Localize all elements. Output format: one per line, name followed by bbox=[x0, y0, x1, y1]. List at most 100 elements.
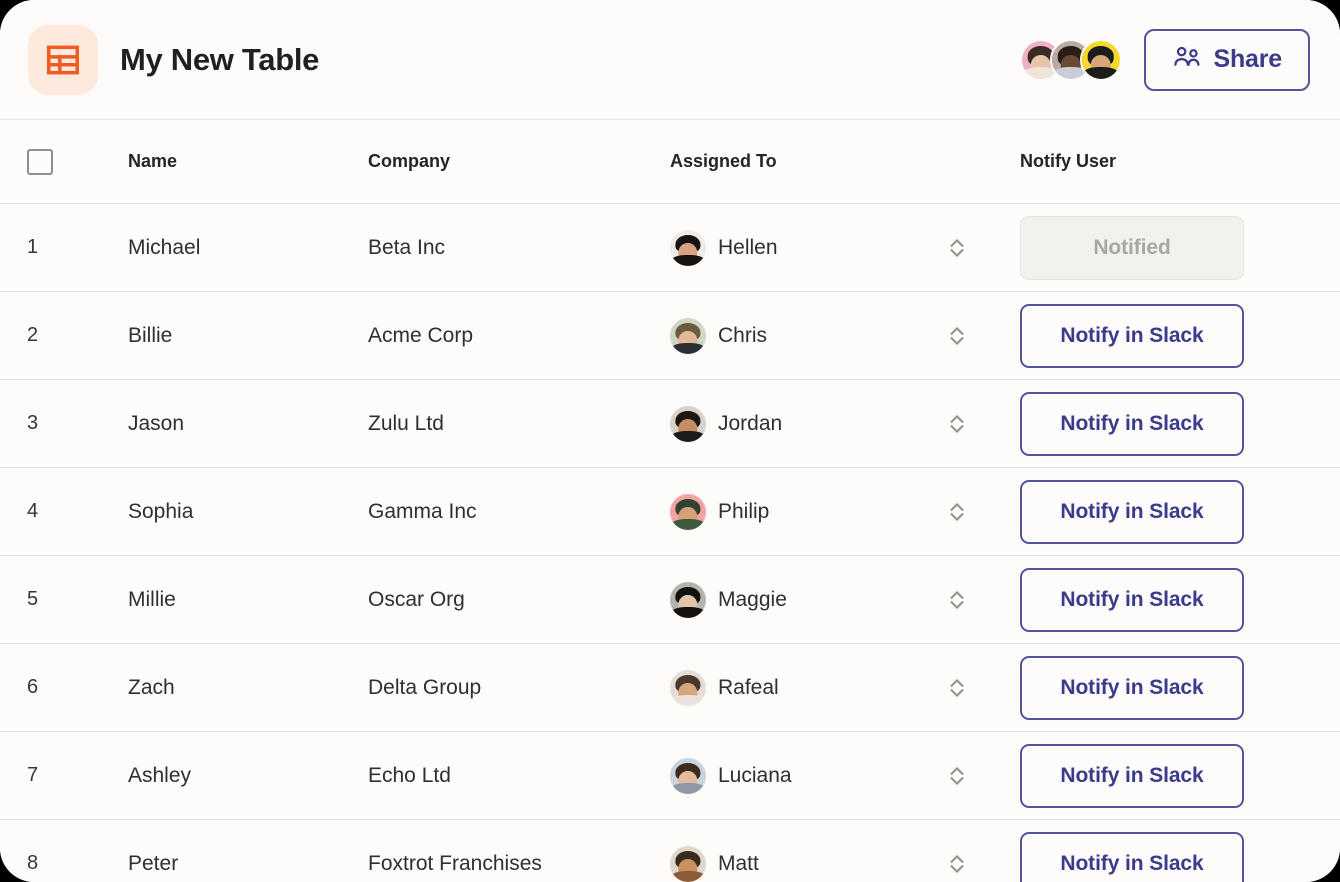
chevron-up-down-icon[interactable] bbox=[946, 499, 968, 525]
avatar bbox=[670, 846, 706, 882]
notify-in-slack-button[interactable]: Notify in Slack bbox=[1020, 304, 1244, 368]
page-title: My New Table bbox=[120, 42, 319, 78]
cell-assigned-to[interactable]: Chris bbox=[670, 318, 1020, 354]
assignee-name: Rafeal bbox=[718, 676, 779, 700]
assignee-name: Luciana bbox=[718, 764, 792, 788]
table-row[interactable]: 5MillieOscar Org Maggie Notify in Slack bbox=[0, 556, 1340, 644]
chevron-up-down-icon[interactable] bbox=[946, 851, 968, 877]
row-index: 6 bbox=[0, 676, 128, 699]
row-index: 4 bbox=[0, 500, 128, 523]
cell-assigned-to[interactable]: Hellen bbox=[670, 230, 1020, 266]
share-button-label: Share bbox=[1214, 45, 1282, 74]
cell-company[interactable]: Foxtrot Franchises bbox=[368, 852, 670, 876]
chevron-up-down-icon[interactable] bbox=[946, 763, 968, 789]
app-header: My New Table Share bbox=[0, 0, 1340, 120]
cell-notify-user: Notified bbox=[1020, 216, 1340, 280]
cell-assigned-to[interactable]: Maggie bbox=[670, 582, 1020, 618]
cell-notify-user: Notify in Slack bbox=[1020, 744, 1340, 808]
cell-name[interactable]: Peter bbox=[128, 852, 368, 876]
table-row[interactable]: 2BillieAcme Corp Chris Notify in Slack bbox=[0, 292, 1340, 380]
assignee-name: Maggie bbox=[718, 588, 787, 612]
cell-company[interactable]: Echo Ltd bbox=[368, 764, 670, 788]
table-row[interactable]: 4SophiaGamma Inc Philip Notify in Slack bbox=[0, 468, 1340, 556]
cell-notify-user: Notify in Slack bbox=[1020, 568, 1340, 632]
assignee-name: Hellen bbox=[718, 236, 778, 260]
select-all-checkbox[interactable] bbox=[27, 149, 53, 175]
assignee[interactable]: Maggie bbox=[670, 582, 946, 618]
cell-name[interactable]: Billie bbox=[128, 324, 368, 348]
chevron-up-down-icon[interactable] bbox=[946, 323, 968, 349]
cell-assigned-to[interactable]: Matt bbox=[670, 846, 1020, 882]
avatar bbox=[670, 582, 706, 618]
cell-company[interactable]: Acme Corp bbox=[368, 324, 670, 348]
table-header-row: Name Company Assigned To Notify User bbox=[0, 120, 1340, 204]
column-header-notify-user[interactable]: Notify User bbox=[1020, 151, 1340, 172]
chevron-up-down-icon[interactable] bbox=[946, 675, 968, 701]
avatar bbox=[670, 670, 706, 706]
cell-assigned-to[interactable]: Philip bbox=[670, 494, 1020, 530]
table-row[interactable]: 8PeterFoxtrot Franchises Matt Notify in Sl… bbox=[0, 820, 1340, 882]
chevron-up-down-icon[interactable] bbox=[946, 235, 968, 261]
share-button[interactable]: Share bbox=[1144, 29, 1310, 91]
table-row[interactable]: 7AshleyEcho LtdLucianaNotify in Slack bbox=[0, 732, 1340, 820]
row-index: 1 bbox=[0, 236, 128, 259]
assignee[interactable]: Chris bbox=[670, 318, 946, 354]
notify-in-slack-button[interactable]: Notify in Slack bbox=[1020, 744, 1244, 808]
table-body: 1MichaelBeta Inc Hellen Notified 2BillieAcm… bbox=[0, 204, 1340, 882]
assignee[interactable]: Jordan bbox=[670, 406, 946, 442]
assignee[interactable]: Luciana bbox=[670, 758, 946, 794]
table-row[interactable]: 6ZachDelta Group Rafeal Notify in Slack bbox=[0, 644, 1340, 732]
collaborator-avatars[interactable] bbox=[1020, 39, 1122, 81]
column-header-company[interactable]: Company bbox=[368, 151, 670, 172]
cell-name[interactable]: Millie bbox=[128, 588, 368, 612]
notify-in-slack-button[interactable]: Notify in Slack bbox=[1020, 656, 1244, 720]
assignee[interactable]: Hellen bbox=[670, 230, 946, 266]
table-icon bbox=[28, 25, 98, 95]
avatar bbox=[670, 318, 706, 354]
table-app-card: My New Table Share Name bbox=[0, 0, 1340, 882]
cell-notify-user: Notify in Slack bbox=[1020, 392, 1340, 456]
notify-in-slack-button[interactable]: Notify in Slack bbox=[1020, 480, 1244, 544]
row-index: 5 bbox=[0, 588, 128, 611]
cell-assigned-to[interactable]: Luciana bbox=[670, 758, 1020, 794]
row-index: 8 bbox=[0, 852, 128, 875]
avatar bbox=[670, 406, 706, 442]
assignee[interactable]: Philip bbox=[670, 494, 946, 530]
cell-name[interactable]: Zach bbox=[128, 676, 368, 700]
cell-company[interactable]: Oscar Org bbox=[368, 588, 670, 612]
row-index: 2 bbox=[0, 324, 128, 347]
cell-assigned-to[interactable]: Jordan bbox=[670, 406, 1020, 442]
notified-button: Notified bbox=[1020, 216, 1244, 280]
cell-company[interactable]: Zulu Ltd bbox=[368, 412, 670, 436]
cell-name[interactable]: Jason bbox=[128, 412, 368, 436]
cell-name[interactable]: Ashley bbox=[128, 764, 368, 788]
assignee-name: Chris bbox=[718, 324, 767, 348]
cell-company[interactable]: Beta Inc bbox=[368, 236, 670, 260]
row-index: 3 bbox=[0, 412, 128, 435]
table-row[interactable]: 3JasonZulu LtdJordan Notify in Slack bbox=[0, 380, 1340, 468]
select-all-cell bbox=[0, 149, 128, 175]
assignee-name: Philip bbox=[718, 500, 769, 524]
chevron-up-down-icon[interactable] bbox=[946, 411, 968, 437]
column-header-assigned-to[interactable]: Assigned To bbox=[670, 151, 1020, 172]
cell-name[interactable]: Sophia bbox=[128, 500, 368, 524]
cell-company[interactable]: Delta Group bbox=[368, 676, 670, 700]
notify-in-slack-button[interactable]: Notify in Slack bbox=[1020, 832, 1244, 882]
cell-company[interactable]: Gamma Inc bbox=[368, 500, 670, 524]
column-header-name[interactable]: Name bbox=[128, 151, 368, 172]
chevron-up-down-icon[interactable] bbox=[946, 587, 968, 613]
notify-in-slack-button[interactable]: Notify in Slack bbox=[1020, 568, 1244, 632]
cell-assigned-to[interactable]: Rafeal bbox=[670, 670, 1020, 706]
data-table: Name Company Assigned To Notify User 1Mi… bbox=[0, 120, 1340, 882]
assignee-name: Matt bbox=[718, 852, 759, 876]
cell-notify-user: Notify in Slack bbox=[1020, 832, 1340, 882]
table-row[interactable]: 1MichaelBeta Inc Hellen Notified bbox=[0, 204, 1340, 292]
assignee[interactable]: Rafeal bbox=[670, 670, 946, 706]
avatar bbox=[670, 758, 706, 794]
cell-name[interactable]: Michael bbox=[128, 236, 368, 260]
avatar[interactable] bbox=[1080, 39, 1122, 81]
assignee[interactable]: Matt bbox=[670, 846, 946, 882]
people-group-icon bbox=[1172, 44, 1202, 75]
cell-notify-user: Notify in Slack bbox=[1020, 656, 1340, 720]
notify-in-slack-button[interactable]: Notify in Slack bbox=[1020, 392, 1244, 456]
